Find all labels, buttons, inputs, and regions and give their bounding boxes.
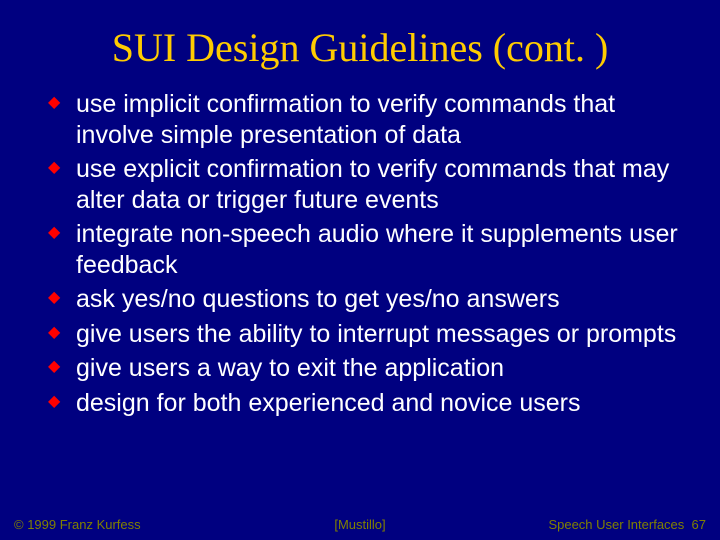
list-item: ask yes/no questions to get yes/no answe…	[48, 284, 680, 315]
footer-page-number: 67	[692, 517, 706, 532]
bullet-list: use implicit confirmation to verify comm…	[48, 89, 680, 418]
footer-page: Speech User Interfaces 67	[548, 517, 706, 532]
list-item: use explicit confirmation to verify comm…	[48, 154, 680, 215]
footer-label: Speech User Interfaces	[548, 517, 684, 532]
list-item: integrate non-speech audio where it supp…	[48, 219, 680, 280]
footer-citation: [Mustillo]	[334, 517, 385, 532]
slide-title: SUI Design Guidelines (cont. )	[40, 24, 680, 71]
list-item: give users the ability to interrupt mess…	[48, 319, 680, 350]
list-item: design for both experienced and novice u…	[48, 388, 680, 419]
list-item: use implicit confirmation to verify comm…	[48, 89, 680, 150]
list-item: give users a way to exit the application	[48, 353, 680, 384]
footer-copyright: © 1999 Franz Kurfess	[14, 517, 141, 532]
slide: SUI Design Guidelines (cont. ) use impli…	[0, 0, 720, 540]
